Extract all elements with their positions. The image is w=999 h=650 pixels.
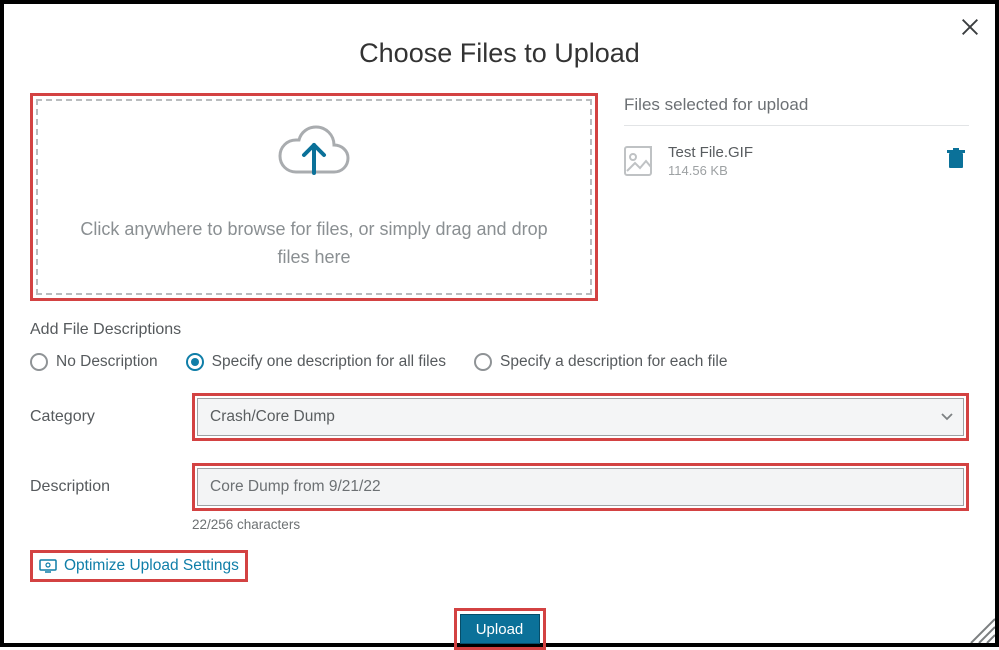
file-type-icon: [624, 146, 658, 176]
settings-monitor-icon: [39, 559, 57, 573]
description-label: Description: [30, 478, 192, 496]
category-highlight: Crash/Core Dump: [192, 393, 969, 441]
category-select[interactable]: Crash/Core Dump: [197, 398, 964, 436]
selected-files-panel: Files selected for upload Test File.GIF …: [624, 93, 969, 301]
upload-button-highlight: Upload: [454, 608, 546, 650]
file-item: Test File.GIF 114.56 KB: [624, 126, 969, 178]
resize-handle[interactable]: [969, 617, 995, 643]
dialog-title: Choose Files to Upload: [4, 38, 995, 69]
radio-icon: [30, 353, 48, 371]
description-highlight: [192, 463, 969, 511]
radio-icon: [186, 353, 204, 371]
cloud-upload-icon: [275, 121, 353, 188]
close-icon: [959, 16, 981, 38]
delete-file-button[interactable]: [947, 148, 965, 175]
category-label: Category: [30, 408, 192, 426]
category-value: Crash/Core Dump: [210, 408, 335, 426]
upload-button-label: Upload: [476, 621, 524, 638]
radio-one-description[interactable]: Specify one description for all files: [186, 353, 446, 371]
chevron-down-icon: [941, 408, 953, 426]
file-dropzone[interactable]: Click anywhere to browse for files, or s…: [36, 99, 592, 295]
trash-icon: [947, 148, 965, 170]
close-button[interactable]: [959, 16, 981, 43]
dropzone-text: Click anywhere to browse for files, or s…: [38, 216, 590, 272]
description-mode-group: No Description Specify one description f…: [30, 353, 969, 371]
upload-dialog: Choose Files to Upload Click anywhere to…: [0, 0, 999, 647]
radio-label: Specify one description for all files: [212, 353, 446, 371]
description-input[interactable]: [197, 468, 964, 506]
file-size: 114.56 KB: [668, 163, 947, 178]
description-char-counter: 22/256 characters: [192, 517, 969, 532]
radio-label: Specify a description for each file: [500, 353, 727, 371]
optimize-label: Optimize Upload Settings: [64, 557, 239, 575]
selected-files-heading: Files selected for upload: [624, 93, 969, 126]
dropzone-highlight: Click anywhere to browse for files, or s…: [30, 93, 598, 301]
file-name: Test File.GIF: [668, 144, 947, 161]
radio-icon: [474, 353, 492, 371]
optimize-upload-settings-link[interactable]: Optimize Upload Settings: [30, 550, 248, 582]
upload-button[interactable]: Upload: [460, 614, 540, 644]
radio-label: No Description: [56, 353, 158, 371]
radio-each-description[interactable]: Specify a description for each file: [474, 353, 727, 371]
descriptions-section-title: Add File Descriptions: [30, 321, 969, 339]
radio-no-description[interactable]: No Description: [30, 353, 158, 371]
